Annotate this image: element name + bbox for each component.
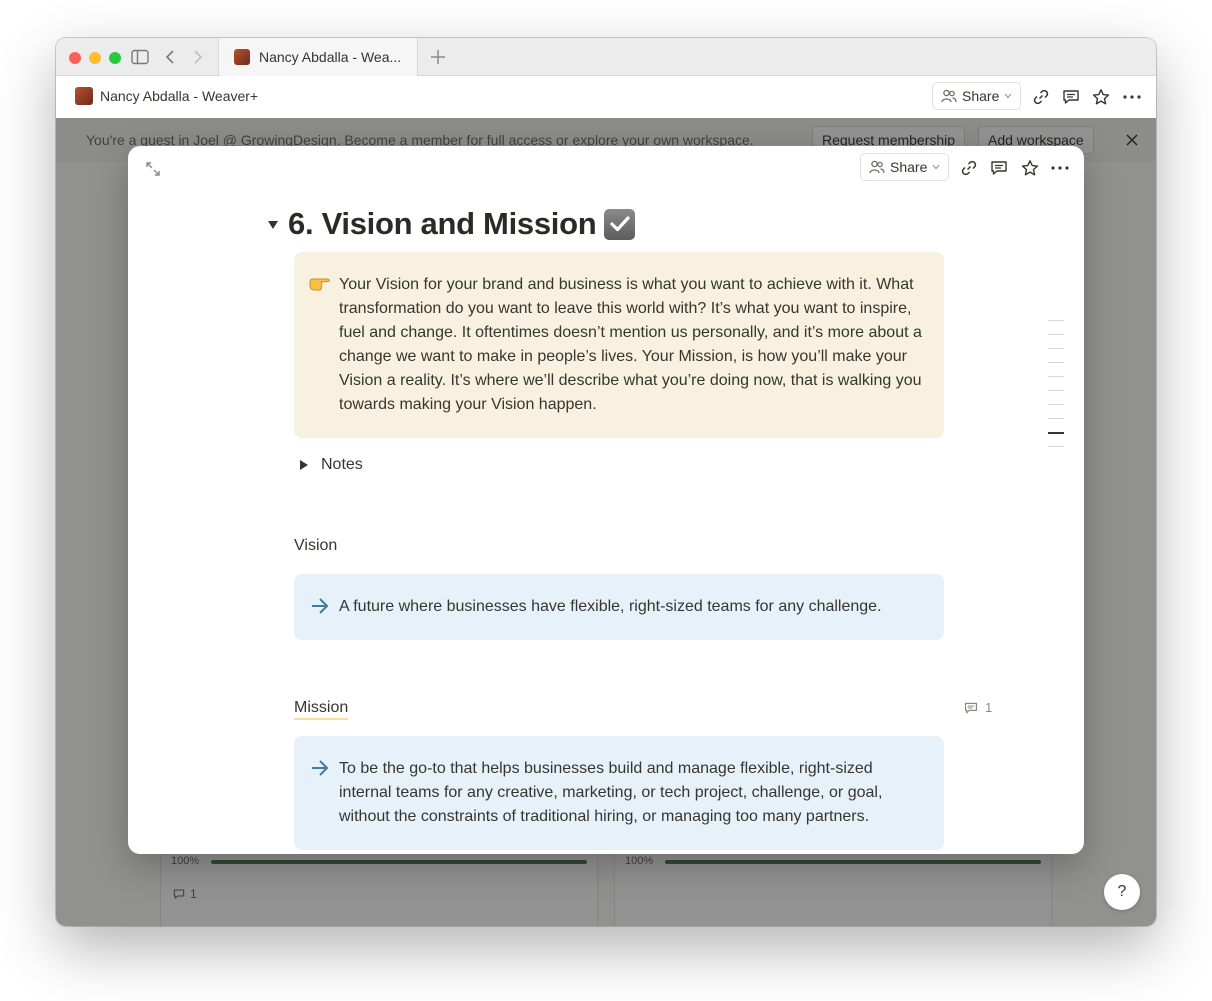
intro-callout: Your Vision for your brand and business … — [294, 252, 944, 438]
mission-comment-number: 1 — [985, 700, 993, 715]
link-icon[interactable] — [1030, 86, 1052, 108]
toggle-right-icon — [300, 460, 308, 470]
page-header: Nancy Abdalla - Weaver+ Share — [56, 76, 1156, 118]
title-bar: Nancy Abdalla - Wea... — [56, 38, 1156, 76]
chevron-down-icon — [932, 164, 940, 170]
arrow-right-icon — [308, 756, 332, 780]
modal-share-label: Share — [890, 159, 928, 175]
chevron-down-icon — [1004, 93, 1012, 99]
browser-tab[interactable]: Nancy Abdalla - Wea... — [218, 38, 418, 76]
comment-icon — [964, 702, 978, 713]
toc-item[interactable] — [1048, 390, 1064, 391]
page-peek-modal: Share 6. Vision and Mission Your Vision … — [128, 146, 1084, 854]
expand-icon[interactable] — [144, 160, 162, 178]
pointing-hand-icon — [308, 272, 332, 296]
minimize-window-button[interactable] — [89, 52, 101, 64]
page-heading: 6. Vision and Mission — [268, 204, 636, 244]
tab-title: Nancy Abdalla - Wea... — [259, 49, 402, 65]
toc-item[interactable] — [1048, 320, 1064, 321]
intro-callout-text: Your Vision for your brand and business … — [339, 276, 922, 413]
toc-item[interactable] — [1048, 376, 1064, 377]
heading-text: 6. Vision and Mission — [288, 206, 597, 241]
check-mark-icon — [604, 208, 636, 240]
toc-item[interactable] — [1048, 446, 1064, 447]
toc-item[interactable] — [1048, 362, 1064, 363]
header-share-label: Share — [962, 88, 1000, 104]
back-icon[interactable] — [160, 47, 180, 67]
mission-text: To be the go-to that helps businesses bu… — [339, 760, 883, 825]
forward-icon[interactable] — [188, 47, 208, 67]
vision-text: A future where businesses have flexible,… — [339, 598, 882, 615]
mission-callout: To be the go-to that helps businesses bu… — [294, 736, 944, 850]
notes-toggle[interactable]: Notes — [300, 456, 363, 474]
heading-toggle-icon[interactable] — [268, 221, 278, 229]
vision-label: Vision — [294, 537, 338, 554]
link-icon[interactable] — [958, 157, 980, 179]
comment-icon[interactable] — [1060, 86, 1082, 108]
toc-item[interactable] — [1048, 418, 1064, 419]
arrow-right-icon — [308, 594, 332, 618]
more-icon[interactable] — [1049, 157, 1071, 179]
mission-label[interactable]: Mission — [294, 699, 349, 720]
close-window-button[interactable] — [69, 52, 81, 64]
toc-item[interactable] — [1048, 404, 1064, 405]
vision-callout: A future where businesses have flexible,… — [294, 574, 944, 640]
modal-share-button[interactable]: Share — [860, 153, 950, 181]
mission-comment-count[interactable]: 1 — [964, 700, 992, 715]
page-title[interactable]: Nancy Abdalla - Weaver+ — [100, 88, 258, 104]
toc-item[interactable] — [1048, 334, 1064, 335]
comment-icon[interactable] — [988, 157, 1010, 179]
help-button[interactable]: ? — [1104, 874, 1140, 910]
toc-item-active[interactable] — [1048, 432, 1064, 434]
zoom-window-button[interactable] — [109, 52, 121, 64]
star-icon[interactable] — [1019, 157, 1041, 179]
people-icon — [941, 89, 957, 103]
page-icon — [75, 87, 93, 105]
header-share-button[interactable]: Share — [932, 82, 1022, 110]
star-icon[interactable] — [1090, 86, 1112, 108]
sidebar-toggle-icon[interactable] — [130, 47, 150, 67]
tab-favicon — [234, 49, 250, 65]
new-tab-icon[interactable] — [428, 47, 448, 67]
notes-label: Notes — [321, 456, 363, 473]
people-icon — [869, 160, 885, 174]
toc-item[interactable] — [1048, 348, 1064, 349]
more-icon[interactable] — [1121, 86, 1143, 108]
